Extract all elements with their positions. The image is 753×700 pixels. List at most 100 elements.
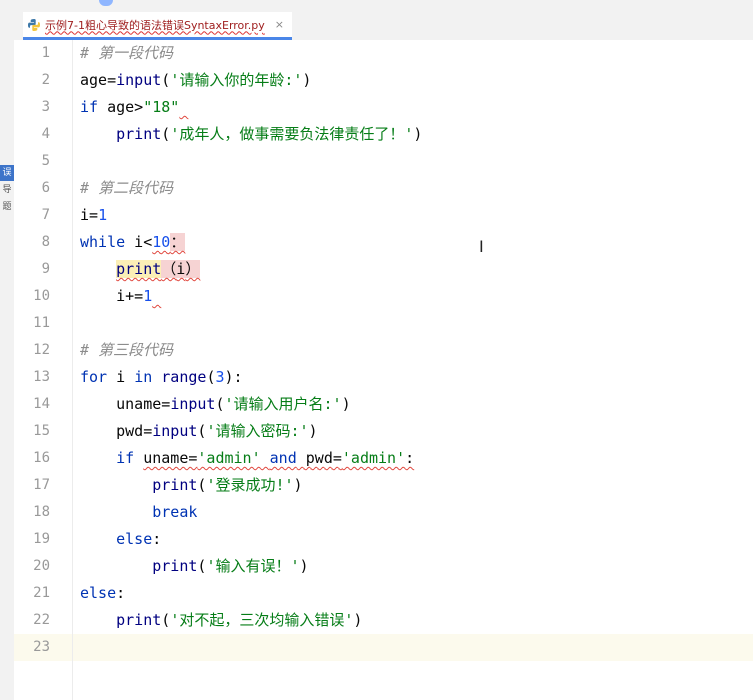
code-line[interactable]: 23 [14, 634, 753, 661]
line-number: 19 [33, 531, 50, 547]
code-token: break [152, 503, 198, 521]
code-token: pwd= [296, 449, 342, 467]
code-token: 'admin' [341, 449, 406, 467]
line-number: 22 [33, 612, 50, 628]
code-token: ： [170, 233, 186, 251]
code-token: # 第二段代码 [80, 179, 174, 197]
code-token: and [269, 449, 297, 467]
code-line[interactable]: 9 print（i） [14, 256, 753, 283]
code-text: # 第一段代码 [80, 40, 173, 67]
code-text: if age>"18" [80, 94, 188, 121]
code-text: i+=1 [80, 283, 161, 310]
line-number: 4 [41, 126, 50, 142]
text-cursor-icon: I [479, 237, 484, 256]
code-token: else [80, 584, 117, 602]
code-line[interactable]: 10 i+=1 [14, 283, 753, 310]
code-line[interactable]: 12 # 第三段代码 [14, 337, 753, 364]
code-token: '请输入你的年龄:' [170, 71, 303, 89]
editor-tab-bar: 示例7-1粗心导致的语法错误SyntaxError.py × [14, 0, 753, 41]
line-number: 13 [33, 369, 50, 385]
code-line[interactable]: 18 break [14, 499, 753, 526]
code-token: ) [293, 476, 303, 494]
code-line[interactable]: 20 print('输入有误！') [14, 553, 753, 580]
notification-dot [99, 0, 113, 6]
editor-tab-active[interactable]: 示例7-1粗心导致的语法错误SyntaxError.py × [23, 12, 293, 40]
code-token: '请输入密码:' [206, 422, 309, 440]
code-line[interactable]: 19 else: [14, 526, 753, 553]
code-line[interactable]: 4 print('成年人，做事需要负法律责任了！') [14, 121, 753, 148]
code-token: 3 [215, 368, 225, 386]
python-file-icon [28, 18, 40, 31]
code-token: : [116, 584, 126, 602]
code-token: i< [125, 233, 153, 251]
code-line[interactable]: 5 [14, 148, 753, 175]
code-line[interactable]: 22 print('对不起，三次均输入错误') [14, 607, 753, 634]
side-tab-2[interactable]: 导 [0, 182, 14, 198]
line-number: 9 [41, 261, 50, 277]
code-line[interactable]: 15 pwd=input('请输入密码:') [14, 418, 753, 445]
tab-close-icon[interactable]: × [275, 18, 284, 31]
code-token: input [152, 422, 198, 440]
line-number: 11 [33, 315, 50, 331]
code-line[interactable]: 21 else: [14, 580, 753, 607]
left-tool-strip: 误 导 题 [0, 0, 15, 700]
code-token: '登录成功!' [206, 476, 294, 494]
line-number: 7 [41, 207, 50, 223]
code-token: print [116, 611, 162, 629]
code-token: ( [215, 395, 225, 413]
code-line[interactable]: 1 # 第一段代码 [14, 40, 753, 67]
line-number: 23 [33, 639, 50, 655]
line-number: 17 [33, 477, 50, 493]
code-line[interactable]: 7 i=1 [14, 202, 753, 229]
gutter-divider [72, 40, 73, 700]
code-token: i= [80, 206, 99, 224]
code-token: : [152, 530, 162, 548]
code-editor[interactable]: 23 22 print('对不起，三次均输入错误') 21 else: 20 print… [14, 40, 753, 700]
line-number: 16 [33, 450, 50, 466]
code-text: pwd=input('请输入密码:') [80, 418, 318, 445]
line-number: 14 [33, 396, 50, 412]
line-number: 5 [41, 153, 50, 169]
code-line[interactable]: 11 [14, 310, 753, 337]
code-token: 1 [98, 206, 108, 224]
code-line[interactable]: 8 while i<10： [14, 229, 753, 256]
code-token: ) [413, 125, 423, 143]
code-line[interactable]: 13 for i in range(3): [14, 364, 753, 391]
code-token: if [80, 98, 99, 116]
code-token: i+= [116, 287, 144, 305]
code-token: 1 [143, 287, 153, 305]
code-line[interactable]: 16 if uname='admin' and pwd='admin': [14, 445, 753, 472]
code-token: : [405, 449, 415, 467]
code-line[interactable]: 2 age=input('请输入你的年龄:') [14, 67, 753, 94]
side-tab-3[interactable]: 题 [0, 199, 14, 215]
code-text: print（i） [80, 256, 201, 283]
code-token: print [116, 125, 162, 143]
code-token: i [176, 260, 186, 278]
code-line[interactable]: 6 # 第二段代码 [14, 175, 753, 202]
code-token: for [80, 368, 108, 386]
line-number: 21 [33, 585, 50, 601]
tab-filename: 示例7-1粗心导致的语法错误SyntaxError.py [45, 18, 265, 32]
side-tab-1[interactable]: 误 [0, 165, 14, 181]
code-text: print('登录成功!') [80, 472, 303, 499]
code-line[interactable]: 3 if age>"18" [14, 94, 753, 121]
code-token: print [152, 476, 198, 494]
code-token: ) [308, 422, 318, 440]
code-token: '对不起，三次均输入错误' [170, 611, 354, 629]
code-line[interactable]: 17 print('登录成功!') [14, 472, 753, 499]
code-line[interactable]: 14 uname=input('请输入用户名:') [14, 391, 753, 418]
code-token: input [170, 395, 216, 413]
code-text: print('成年人，做事需要负法律责任了！') [80, 121, 422, 148]
